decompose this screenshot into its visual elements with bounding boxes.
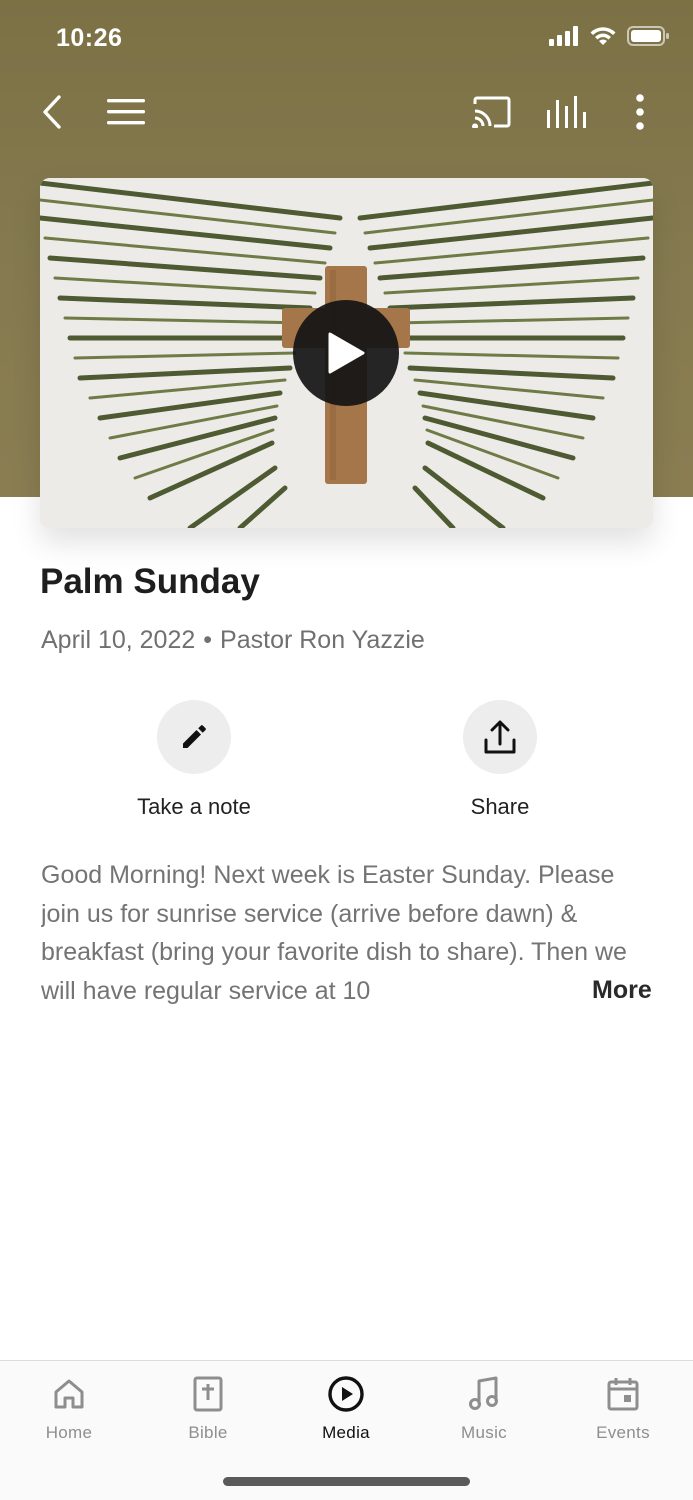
more-link[interactable]: More (590, 976, 652, 1005)
music-note-icon (469, 1376, 498, 1410)
tab-events[interactable]: Events (554, 1373, 692, 1443)
calendar-icon (607, 1378, 639, 1411)
sermon-speaker: Pastor Ron Yazzie (220, 626, 425, 654)
more-options-button[interactable] (614, 86, 666, 138)
status-time: 10:26 (56, 24, 123, 52)
cast-icon (472, 96, 511, 128)
pencil-icon (183, 725, 206, 748)
play-circle-icon (328, 1376, 364, 1412)
home-icon (54, 1379, 84, 1409)
top-toolbar (0, 78, 693, 144)
video-thumbnail[interactable] (40, 178, 653, 528)
meta-separator: • (203, 626, 213, 654)
play-icon (328, 332, 365, 374)
bible-icon (193, 1376, 223, 1412)
tab-bible-label: Bible (188, 1423, 228, 1442)
play-button[interactable] (293, 300, 399, 406)
wifi-icon (590, 27, 616, 45)
tab-home[interactable]: Home (0, 1373, 138, 1443)
share-upload-icon (484, 720, 516, 754)
share-button[interactable] (463, 700, 537, 774)
cast-button[interactable] (466, 86, 518, 138)
sermon-date: April 10, 2022 (41, 626, 196, 654)
tab-events-label: Events (596, 1423, 650, 1442)
sermon-meta: April 10, 2022 • Pastor Ron Yazzie (41, 626, 425, 655)
take-note-label: Take a note (137, 794, 251, 819)
take-note-action[interactable]: Take a note (94, 700, 294, 820)
tab-media-label: Media (322, 1423, 370, 1442)
status-icons (549, 26, 669, 46)
share-label: Share (470, 794, 530, 819)
chevron-left-icon (43, 95, 61, 129)
menu-button[interactable] (100, 86, 152, 138)
take-note-button[interactable] (157, 700, 231, 774)
hamburger-menu-icon (107, 99, 145, 125)
description-fade (520, 971, 600, 1011)
battery-icon (627, 26, 669, 46)
tab-music[interactable]: Music (415, 1373, 553, 1443)
sermon-title: Palm Sunday (40, 562, 260, 601)
tab-media[interactable]: Media (277, 1373, 415, 1443)
tab-bible[interactable]: Bible (139, 1373, 277, 1443)
vertical-dots-icon (636, 94, 644, 130)
status-bar: 10:26 (0, 0, 693, 78)
equalizer-icon (547, 96, 586, 128)
home-indicator (223, 1477, 470, 1486)
cellular-signal-icon (549, 26, 578, 46)
back-button[interactable] (26, 86, 78, 138)
tab-music-label: Music (461, 1423, 507, 1442)
share-action[interactable]: Share (400, 700, 600, 820)
tab-home-label: Home (45, 1423, 93, 1442)
audio-button[interactable] (540, 86, 592, 138)
